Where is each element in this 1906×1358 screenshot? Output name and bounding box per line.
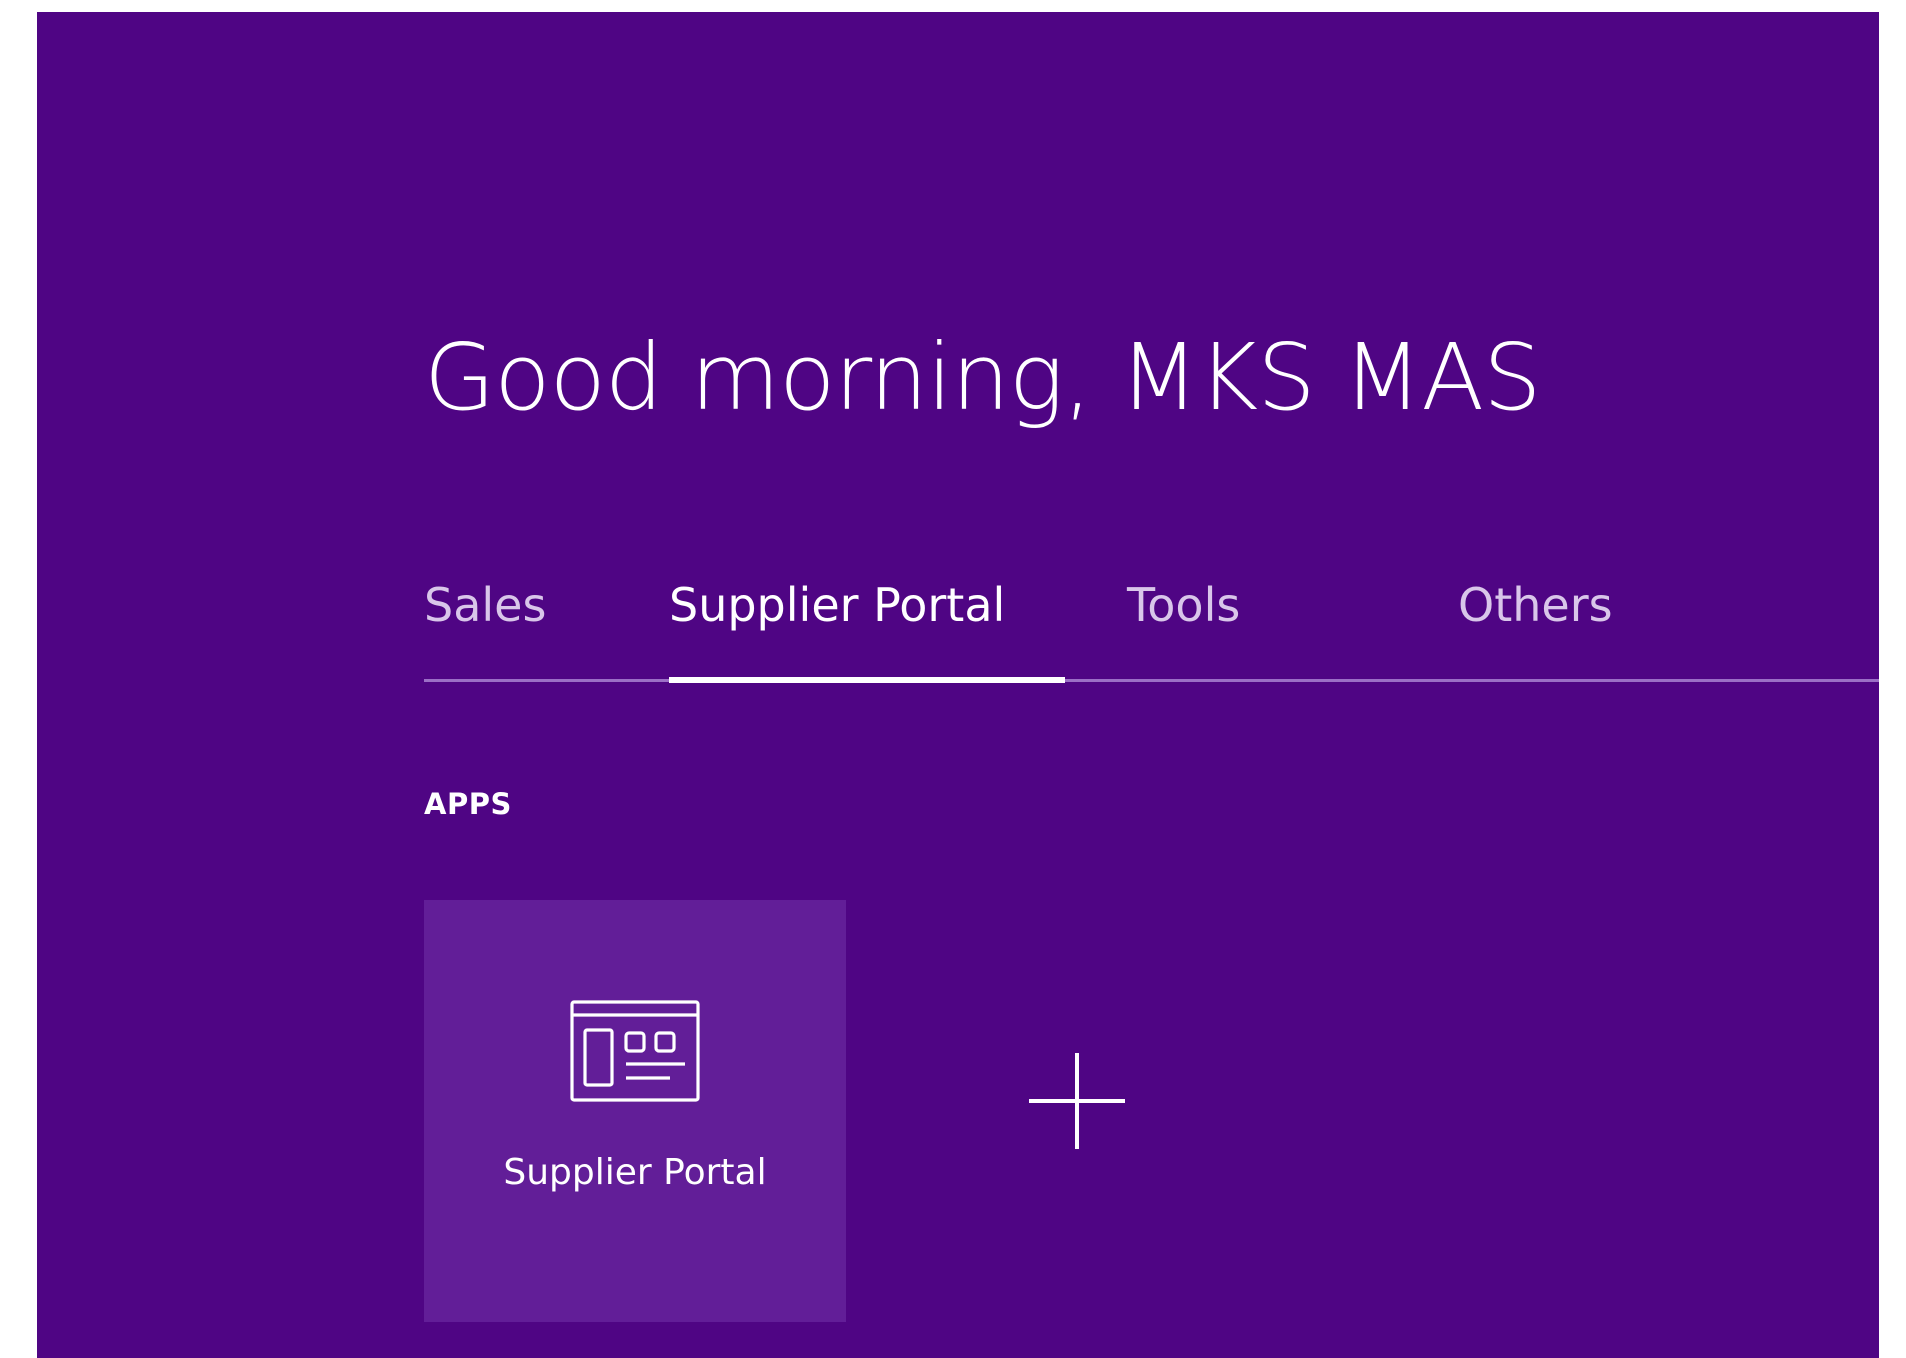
active-tab-indicator (669, 677, 1065, 683)
app-tile-supplier-portal[interactable]: Supplier Portal (424, 900, 846, 1322)
home-page: Good morning, MKS MAS Sales Supplier Por… (37, 12, 1879, 1358)
portal-window-icon (570, 1000, 700, 1102)
tab-others[interactable]: Others (1458, 582, 1613, 628)
tab-sales[interactable]: Sales (424, 582, 546, 628)
apps-section-label: APPS (424, 787, 512, 821)
tab-track (424, 679, 1879, 682)
app-tile-label: Supplier Portal (503, 1152, 767, 1193)
tab-bar: Sales Supplier Portal Tools Others (424, 582, 1879, 640)
greeting-title: Good morning, MKS MAS (424, 324, 1542, 431)
plus-icon[interactable] (1025, 1049, 1129, 1153)
tab-supplier-portal[interactable]: Supplier Portal (669, 582, 1005, 628)
tab-tools[interactable]: Tools (1127, 582, 1240, 628)
